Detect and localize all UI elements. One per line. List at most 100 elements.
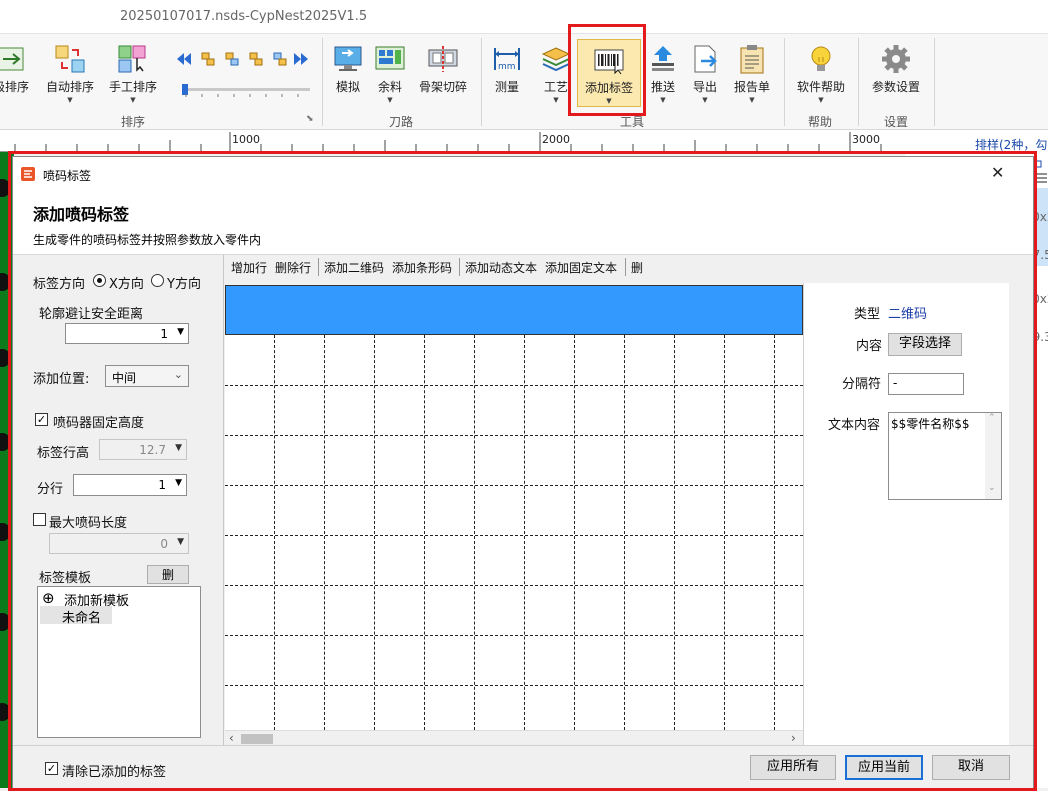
layers-icon [540, 44, 572, 74]
ruler-label: 3000 [852, 133, 880, 146]
push-button[interactable]: 推送 ▼ [646, 44, 680, 104]
close-icon[interactable]: ✕ [991, 163, 1004, 182]
remnant-button[interactable]: 余料 ▼ [372, 44, 408, 104]
software-help-button[interactable]: 软件帮助 ▼ [792, 44, 850, 104]
template-list[interactable]: ⊕ 添加新模板 未命名 [37, 586, 201, 738]
level-sort-icon [0, 44, 27, 74]
max-length-label: 最大喷码长度 [49, 516, 128, 531]
chevron-down-icon: ▼ [177, 327, 184, 337]
scrollbar-thumb[interactable] [241, 734, 273, 744]
app-title: 20250107017.nsds-CypNest2025V1.5 [120, 9, 368, 24]
app-title-bar: 20250107017.nsds-CypNest2025V1.5 [0, 0, 1048, 34]
content-label: 内容 [856, 339, 883, 354]
export-icon [689, 44, 721, 74]
checkmark-icon: ✓ [46, 762, 57, 775]
clear-labels-label: 清除已添加的标签 [62, 765, 167, 780]
svg-text:mm: mm [498, 62, 516, 72]
y-direction-radio[interactable] [151, 274, 164, 287]
delete-row-button[interactable]: 删除行 [275, 259, 311, 276]
apply-all-button[interactable]: 应用所有 [750, 755, 836, 780]
chevron-down-icon[interactable]: ⌄ [988, 483, 996, 493]
delete-template-button[interactable]: 删 [147, 565, 189, 584]
selected-qrcode-row[interactable] [225, 285, 803, 335]
process-button[interactable]: 工艺 ▼ [538, 44, 574, 104]
skeleton-cut-button[interactable]: 骨架切碎 [416, 44, 470, 95]
label-layout-grid[interactable] [225, 285, 803, 730]
type-label: 类型 [854, 307, 881, 322]
template-label: 标签模板 [39, 571, 92, 586]
export-button[interactable]: 导出 ▼ [688, 44, 722, 104]
lightbulb-icon [805, 44, 837, 74]
add-qrcode-button[interactable]: 添加二维码 [324, 259, 384, 276]
ruler-label: 1000 [232, 133, 260, 146]
label-settings-panel: 标签方向 X方向 Y方向 轮廓避让安全距离 1 ▼ 添加位置: 中间 ⌄ ✓ 喷… [13, 255, 221, 745]
measure-button[interactable]: mm 测量 [490, 44, 524, 95]
dialog-header: 添加喷码标签 生成零件的喷码标签并按照参数放入零件内 [13, 191, 1033, 255]
inkjet-label-dialog: 喷码标签 ✕ 添加喷码标签 生成零件的喷码标签并按照参数放入零件内 标签方向 X… [12, 156, 1034, 790]
chevron-down-icon: ▼ [175, 478, 182, 488]
report-button[interactable]: 报告单 ▼ [730, 44, 774, 104]
clear-labels-checkbox[interactable]: ✓ [45, 762, 58, 775]
vertical-scrollbar[interactable]: ⌃ ⌄ [985, 413, 1001, 499]
delete-element-button[interactable]: 删 [631, 259, 643, 276]
tools-group-label: 工具 [620, 115, 645, 129]
max-length-combo[interactable]: 0 ▼ [49, 533, 189, 554]
direction-label: 标签方向 [33, 277, 86, 292]
scroll-left-icon[interactable]: ‹ [229, 731, 234, 745]
chevron-down-icon: ⌄ [173, 368, 183, 381]
last-step-icon[interactable] [294, 53, 308, 65]
safe-distance-combo[interactable]: 1 ▼ [65, 323, 189, 344]
fixed-height-label: 喷码器固定高度 [53, 416, 145, 431]
group-expand-icon[interactable]: ⬊ [306, 114, 314, 124]
template-item-unnamed[interactable]: 未命名 [40, 606, 112, 626]
sequence-slider[interactable] [182, 84, 310, 97]
ruler-icon: mm [491, 44, 523, 74]
auto-sort-icon [54, 44, 86, 74]
upload-icon [647, 44, 679, 74]
x-direction-radio[interactable] [93, 274, 106, 287]
row-height-combo[interactable]: 12.7 ▼ [99, 439, 187, 460]
add-dynamic-text-button[interactable]: 添加动态文本 [465, 259, 537, 276]
separator-input[interactable]: - [888, 373, 964, 395]
cancel-button[interactable]: 取消 [932, 755, 1010, 780]
app-logo-icon [21, 167, 35, 181]
element-properties-panel: 类型 二维码 内容 字段选择 分隔符 - 文本内容 $$零件名称$$ ⌃ ⌄ [803, 283, 1009, 745]
auto-sort-button[interactable]: 自动排序 ▼ [42, 44, 98, 104]
split-combo[interactable]: 1 ▼ [73, 474, 187, 496]
manual-sort-button[interactable]: 手工排序 ▼ [104, 44, 162, 104]
max-length-checkbox[interactable] [33, 513, 46, 526]
row-height-label: 标签行高 [37, 446, 90, 461]
dialog-window-title: 喷码标签 [43, 169, 92, 183]
ruler-label: 2000 [542, 133, 570, 146]
first-step-icon[interactable] [177, 53, 191, 65]
position-label: 添加位置: [33, 372, 90, 387]
barcode-label-icon [593, 45, 625, 75]
type-value: 二维码 [888, 307, 928, 322]
fixed-height-checkbox[interactable]: ✓ [35, 413, 48, 426]
field-select-button[interactable]: 字段选择 [888, 333, 962, 356]
parameter-settings-button[interactable]: 参数设置 [866, 44, 926, 95]
plus-circle-icon: ⊕ [42, 589, 55, 607]
text-content-textarea[interactable]: $$零件名称$$ ⌃ ⌄ [888, 412, 1002, 500]
chevron-up-icon[interactable]: ⌃ [988, 413, 996, 423]
manual-sort-icon [117, 44, 149, 74]
apply-current-button[interactable]: 应用当前 [845, 755, 923, 780]
dialog-heading: 添加喷码标签 [33, 205, 130, 224]
chevron-down-icon: ▼ [175, 443, 182, 453]
add-label-button[interactable]: 添加标签 ▼ [577, 39, 641, 107]
remnant-icon [374, 44, 406, 74]
dialog-subtitle: 生成零件的喷码标签并按照参数放入零件内 [33, 233, 262, 247]
dialog-footer: ✓ 清除已添加的标签 应用所有 应用当前 取消 [13, 745, 1033, 790]
add-fixed-text-button[interactable]: 添加固定文本 [545, 259, 617, 276]
checkmark-icon: ✓ [36, 413, 47, 426]
add-row-button[interactable]: 增加行 [231, 259, 267, 276]
simulate-button[interactable]: 模拟 [330, 44, 366, 95]
horizontal-scrollbar[interactable]: ‹ › [225, 730, 803, 746]
layout-panel-header: 排样(2种，勾 [975, 138, 1048, 152]
add-barcode-button[interactable]: 添加条形码 [392, 259, 452, 276]
level-sort-button[interactable]: 级排序 [0, 44, 32, 95]
position-select[interactable]: 中间 ⌄ [105, 365, 189, 387]
scroll-right-icon[interactable]: › [791, 731, 796, 745]
separator-label: 分隔符 [842, 377, 882, 392]
x-direction-label: X方向 [109, 277, 144, 292]
